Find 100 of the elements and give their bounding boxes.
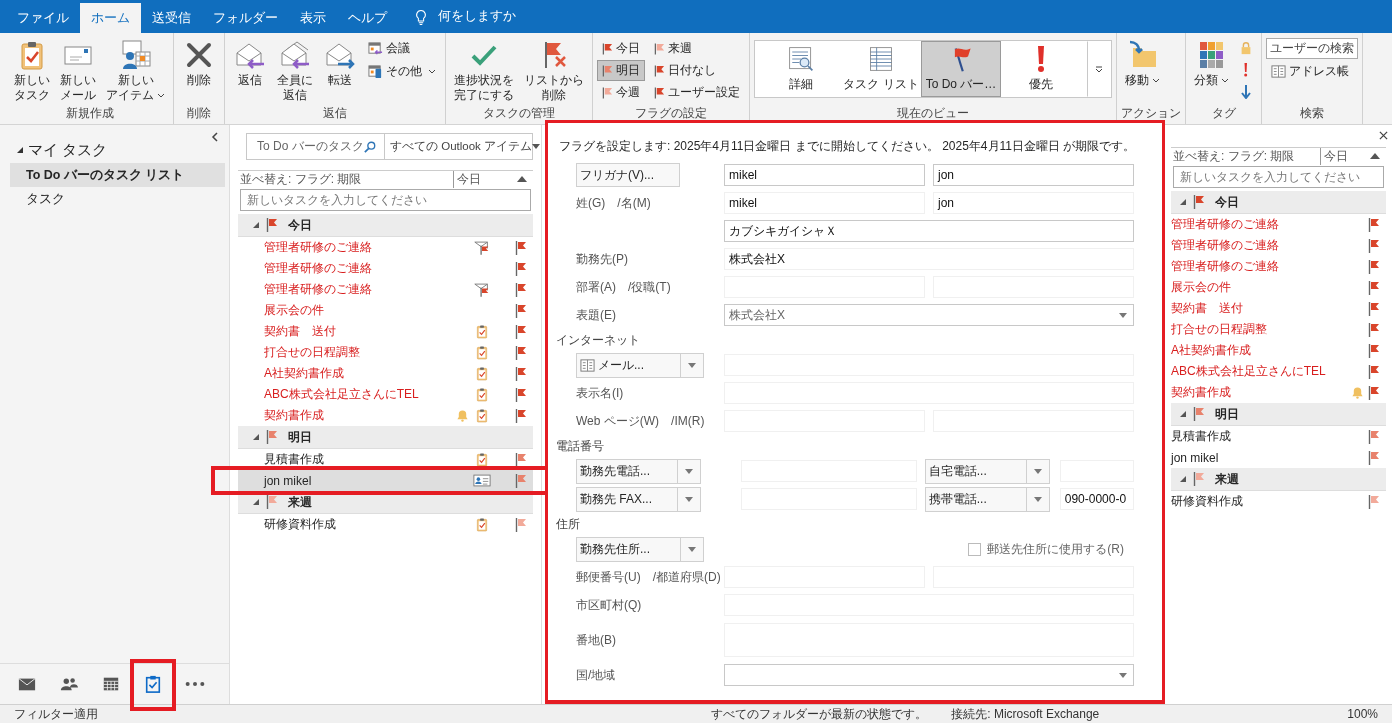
dropdown-button[interactable]: 勤務先電話... [576, 458, 701, 484]
sort-label[interactable]: 並べ替え: フラグ: 期限 [1173, 147, 1295, 165]
text-field[interactable]: jon [933, 164, 1134, 186]
flag-icon[interactable] [1368, 301, 1380, 316]
flag-icon[interactable] [1368, 429, 1380, 444]
flag-button[interactable]: 今週 [597, 82, 645, 103]
expand-icon[interactable] [252, 221, 260, 229]
ribbon-tab[interactable]: ホーム [80, 3, 141, 33]
ribbon-tab[interactable]: フォルダー [202, 3, 289, 33]
task-row[interactable]: 管理者研修のご連絡 [238, 258, 533, 279]
dropdown-field[interactable] [724, 664, 1134, 686]
flag-icon[interactable] [515, 387, 527, 402]
collapse-icon[interactable] [211, 132, 219, 142]
ribbon-button[interactable]: アドレス帳 [1266, 61, 1358, 82]
flag-button[interactable]: 明日 [597, 60, 645, 81]
task-row[interactable]: 打合せの日程調整 [238, 342, 533, 363]
flag-button[interactable]: 来週 [649, 38, 745, 59]
view-button[interactable]: 詳細 [761, 41, 841, 97]
search-field[interactable]: ユーザーの検索 [1266, 38, 1358, 59]
text-field[interactable]: mikel [724, 192, 925, 214]
dropdown-button[interactable]: メール... [576, 352, 704, 378]
ribbon-tab[interactable]: 送受信 [141, 3, 202, 33]
folder-item[interactable]: タスク [10, 187, 225, 211]
dropdown-field[interactable]: 株式会社X [724, 304, 1134, 326]
task-row[interactable]: 管理者研修のご連絡 [1171, 256, 1386, 277]
task-row[interactable]: 管理者研修のご連絡 [238, 237, 533, 258]
dropdown-button[interactable]: 自宅電話... [924, 458, 1050, 484]
view-button[interactable]: タスク リスト [841, 41, 921, 97]
task-row[interactable]: 管理者研修のご連絡 [1171, 235, 1386, 256]
task-row[interactable]: A社契約書作成 [238, 363, 533, 384]
task-row[interactable]: 管理者研修のご連絡 [238, 279, 533, 300]
sort-arrow-icon[interactable] [517, 176, 527, 182]
ribbon-button[interactable]: 新しいアイテム [102, 36, 169, 106]
flag-icon[interactable] [515, 282, 527, 297]
ribbon-button[interactable]: 新しいタスク [10, 36, 54, 106]
text-field[interactable]: カブシキガイシャＸ [724, 220, 1134, 242]
sort-arrow-icon[interactable] [1370, 153, 1380, 159]
ribbon-tab[interactable]: ヘルプ [337, 3, 398, 33]
expand-icon[interactable] [16, 146, 24, 154]
flag-icon[interactable] [1368, 364, 1380, 379]
new-task-field[interactable]: 新しいタスクを入力してください [1173, 166, 1384, 188]
text-field[interactable]: 090-0000-0 [1059, 488, 1134, 510]
task-row[interactable]: 契約書 送付 [238, 321, 533, 342]
dropdown-button[interactable]: 勤務先 FAX... [576, 486, 701, 512]
flag-icon[interactable] [515, 324, 527, 339]
ribbon-button[interactable]: 分類 [1190, 36, 1233, 91]
ribbon-button[interactable]: 全員に返信 [273, 36, 317, 106]
task-row[interactable]: 展示会の件 [238, 300, 533, 321]
flag-icon[interactable] [1368, 385, 1380, 400]
ribbon-button[interactable]: リストから削除 [520, 36, 588, 106]
task-row[interactable]: 契約書 送付 [1171, 298, 1386, 319]
flag-icon[interactable] [515, 473, 527, 488]
flag-icon[interactable] [1368, 280, 1380, 295]
flag-icon[interactable] [1368, 259, 1380, 274]
expand-icon[interactable] [252, 433, 260, 441]
task-row[interactable]: 見積書作成 [1171, 426, 1386, 447]
task-row[interactable]: ABC株式会社足立さんにTEL [1171, 361, 1386, 382]
flag-icon[interactable] [515, 366, 527, 381]
expand-icon[interactable] [252, 498, 260, 506]
flag-button[interactable]: 今日 [597, 38, 645, 59]
sort-value[interactable]: 今日 [453, 170, 517, 188]
task-row[interactable]: 展示会の件 [1171, 277, 1386, 298]
task-row[interactable]: 見積書作成 [238, 449, 533, 470]
expand-icon[interactable] [1179, 475, 1187, 483]
task-row[interactable]: ABC株式会社足立さんにTEL [238, 384, 533, 405]
ribbon-button[interactable]: 削除 [178, 36, 220, 91]
dropdown-button[interactable]: 携帯電話... [924, 486, 1050, 512]
ribbon-button[interactable]: その他 [363, 61, 441, 82]
flag-button[interactable]: ユーザー設定 [649, 82, 745, 103]
new-task-field[interactable]: 新しいタスクを入力してください [240, 189, 531, 211]
ribbon-tab[interactable]: ファイル [6, 3, 80, 33]
sort-value[interactable]: 今日 [1320, 147, 1370, 165]
flag-icon[interactable] [515, 345, 527, 360]
ribbon-button[interactable]: 移動 [1121, 36, 1164, 91]
flag-icon[interactable] [1368, 343, 1380, 358]
close-icon[interactable] [1379, 131, 1388, 140]
task-row[interactable]: jon mikel [238, 470, 533, 491]
task-row[interactable]: 研修資料作成 [238, 514, 533, 535]
folder-item[interactable]: To Do バーのタスク リスト [10, 163, 225, 187]
task-row[interactable]: A社契約書作成 [1171, 340, 1386, 361]
view-button[interactable]: To Do バー… [921, 41, 1001, 97]
view-button[interactable]: 優先 [1001, 41, 1081, 97]
text-field[interactable]: jon [933, 192, 1134, 214]
flag-icon[interactable] [515, 517, 527, 532]
search-field[interactable]: To Do バーのタスク [247, 134, 385, 159]
flag-icon[interactable] [515, 240, 527, 255]
tell-me-search[interactable]: 何をしますか [438, 8, 516, 25]
task-row[interactable]: 契約書作成 [1171, 382, 1386, 403]
expand-icon[interactable] [1179, 410, 1187, 418]
flag-icon[interactable] [1368, 238, 1380, 253]
flag-icon[interactable] [515, 408, 527, 423]
flag-icon[interactable] [1368, 217, 1380, 232]
task-row[interactable]: 管理者研修のご連絡 [1171, 214, 1386, 235]
task-row[interactable]: 研修資料作成 [1171, 491, 1386, 512]
task-row[interactable]: jon mikel [1171, 447, 1386, 468]
flag-icon[interactable] [1368, 322, 1380, 337]
expand-icon[interactable] [1179, 198, 1187, 206]
flag-icon[interactable] [515, 303, 527, 318]
task-row[interactable]: 契約書作成 [238, 405, 533, 426]
flag-icon[interactable] [515, 452, 527, 467]
